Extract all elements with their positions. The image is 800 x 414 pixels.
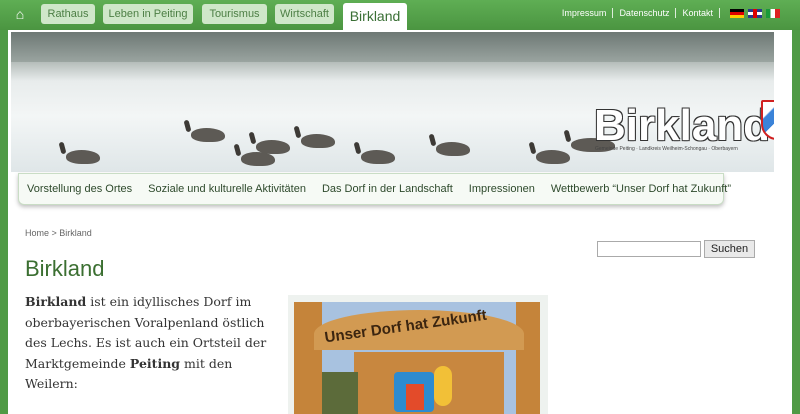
subnav-vorstellung[interactable]: Vorstellung des Ortes (19, 183, 140, 195)
subnav-aktivitaeten[interactable]: Soziale und kulturelle Aktivitäten (140, 183, 314, 195)
tab-rathaus[interactable]: Rathaus (41, 4, 95, 24)
tree-line (11, 32, 774, 62)
home-icon[interactable]: ⌂ (8, 4, 32, 24)
impressum-link[interactable]: Impressum (562, 6, 607, 20)
subnav-wettbewerb[interactable]: Wettbewerb “Unser Dorf hat Zukunft” (543, 183, 739, 195)
goose-image (66, 150, 100, 164)
top-navigation: ⌂ Rathaus Leben in Peiting Tourismus Wir… (0, 0, 800, 30)
intro-text: Birkland ist ein idyllisches Dorf im obe… (25, 292, 277, 395)
page-title: Birkland (25, 256, 105, 281)
hero-banner: Birkland Gemeinde Peiting · Landkreis We… (11, 32, 774, 172)
goose-image (361, 150, 395, 164)
goose-image (536, 150, 570, 164)
village-sign-photo: Unser Dorf hat Zukunft (294, 302, 540, 414)
goose-image (191, 128, 225, 142)
search-button[interactable]: Suchen (704, 240, 755, 258)
utility-links: Impressum Datenschutz Kontakt (562, 6, 780, 20)
divider (719, 8, 720, 18)
divider (675, 8, 677, 18)
de-flag-icon[interactable] (730, 8, 744, 18)
tab-birkland[interactable]: Birkland (343, 3, 407, 30)
logo-subtitle: Gemeinde Peiting · Landkreis Weilheim-Sc… (595, 146, 738, 152)
subnav-landschaft[interactable]: Das Dorf in der Landschaft (314, 183, 461, 195)
goose-image (436, 142, 470, 156)
divider (612, 8, 614, 18)
site-logo[interactable]: Birkland (594, 102, 770, 150)
kontakt-link[interactable]: Kontakt (682, 6, 713, 20)
search-input[interactable] (597, 241, 701, 257)
tab-leben-in-peiting[interactable]: Leben in Peiting (103, 4, 193, 24)
section-navigation: Vorstellung des Ortes Soziale und kultur… (18, 173, 731, 205)
page-content: Birkland Gemeinde Peiting · Landkreis We… (8, 30, 792, 414)
breadcrumb: Home > Birkland (25, 228, 92, 238)
goose-image (301, 134, 335, 148)
tab-tourismus[interactable]: Tourismus (202, 4, 267, 24)
tab-wirtschaft[interactable]: Wirtschaft (275, 4, 334, 24)
it-flag-icon[interactable] (766, 8, 780, 18)
subnav-impressionen[interactable]: Impressionen (461, 183, 543, 195)
goose-image (241, 152, 275, 166)
gb-flag-icon[interactable] (748, 8, 762, 18)
intro-bold-birkland: Birkland (25, 294, 87, 309)
datenschutz-link[interactable]: Datenschutz (619, 6, 669, 20)
intro-bold-peiting: Peiting (129, 355, 181, 371)
